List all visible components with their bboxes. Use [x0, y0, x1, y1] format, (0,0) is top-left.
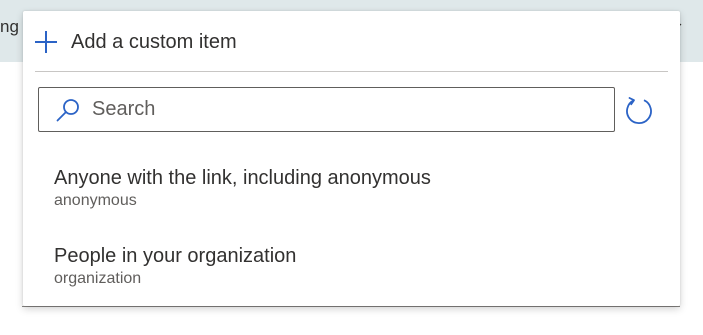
divider	[35, 71, 668, 72]
option-subtitle: anonymous	[54, 192, 137, 209]
people-picker-dropdown: Add a custom item Anyone with the link, …	[23, 11, 680, 306]
search-icon	[56, 98, 79, 121]
option-anyone-with-link[interactable]: Anyone with the link, including anonymou…	[54, 166, 431, 211]
background-field-border	[22, 306, 680, 307]
option-subtitle: organization	[54, 270, 142, 287]
option-title: People in your organization	[54, 245, 297, 267]
add-custom-item-label: Add a custom item	[71, 30, 237, 53]
plus-icon	[35, 31, 57, 53]
search-box[interactable]	[38, 87, 615, 132]
refresh-icon[interactable]	[624, 96, 654, 126]
option-people-in-organization[interactable]: People in your organization organization	[54, 244, 296, 289]
background-partial-text: ng	[0, 17, 19, 36]
option-title: Anyone with the link, including anonymou…	[54, 167, 431, 189]
search-input[interactable]	[92, 98, 592, 121]
add-custom-item-button[interactable]: Add a custom item	[33, 25, 237, 59]
